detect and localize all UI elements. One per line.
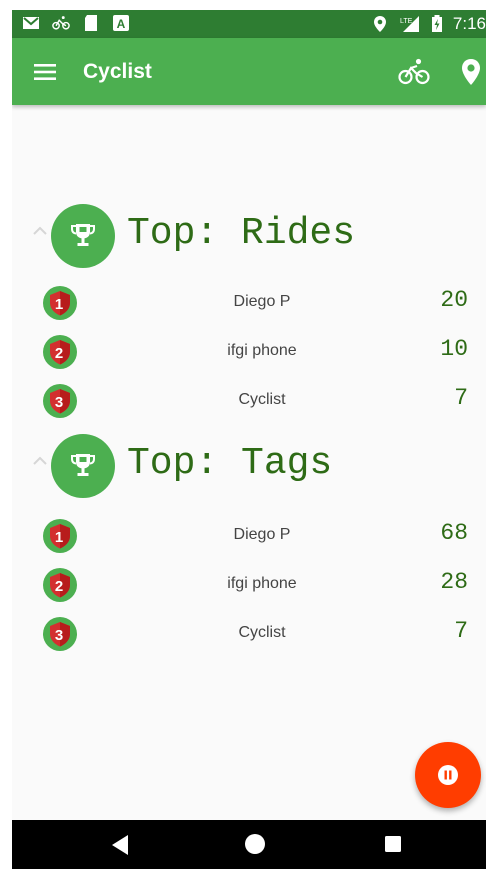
gmail-icon — [23, 17, 39, 29]
back-icon[interactable] — [110, 834, 130, 856]
menu-icon[interactable] — [32, 61, 58, 83]
location-icon[interactable] — [460, 57, 482, 87]
app-title: Cyclist — [83, 60, 152, 83]
svg-text:3: 3 — [55, 394, 63, 411]
user-name: Cyclist — [238, 624, 286, 641]
svg-text:1: 1 — [55, 296, 63, 313]
app-bar: Cyclist — [12, 38, 486, 105]
svg-text:LTE: LTE — [400, 18, 413, 25]
svg-text:A: A — [117, 17, 126, 31]
pause-button[interactable] — [415, 742, 481, 808]
section-title: Top: Tags — [127, 442, 333, 485]
user-name: Diego P — [233, 526, 291, 543]
user-name: Cyclist — [238, 391, 286, 408]
home-icon[interactable] — [244, 833, 266, 855]
rank-2-badge-icon: 2 — [43, 568, 77, 602]
section-header-rides[interactable]: Top: Rides — [12, 204, 486, 274]
app-screen: A LTE 7:16 Cyclist Top: Rides 1 Diego P … — [12, 10, 486, 869]
user-name: ifgi phone — [227, 575, 297, 592]
tag-count: 68 — [440, 520, 468, 546]
user-name: ifgi phone — [227, 342, 297, 359]
ride-count: 10 — [440, 336, 468, 362]
status-time: 7:16 — [452, 14, 486, 33]
user-name: Diego P — [233, 293, 291, 310]
tag-count: 28 — [440, 569, 468, 595]
rank-2-badge-icon: 2 — [43, 335, 77, 369]
section-header-tags[interactable]: Top: Tags — [12, 434, 486, 504]
rank-3-badge-icon: 3 — [43, 617, 77, 651]
ride-count: 7 — [454, 385, 468, 411]
svg-text:2: 2 — [55, 345, 63, 362]
leaderboard-row[interactable]: 3 Cyclist 7 — [12, 613, 486, 653]
trophy-badge — [51, 434, 115, 498]
trophy-badge — [51, 204, 115, 268]
bike-icon — [52, 16, 70, 30]
battery-charging-icon — [431, 15, 442, 32]
lte-signal-icon: LTE — [400, 16, 419, 32]
bike-icon[interactable] — [398, 56, 430, 88]
svg-text:2: 2 — [55, 578, 63, 595]
location-icon — [373, 16, 386, 32]
recents-icon[interactable] — [384, 835, 402, 853]
leaderboard-row[interactable]: 1 Diego P 68 — [12, 515, 486, 555]
rank-1-badge-icon: 1 — [43, 286, 77, 320]
chevron-up-icon[interactable] — [32, 225, 48, 237]
ride-count: 20 — [440, 287, 468, 313]
svg-text:1: 1 — [55, 529, 63, 546]
status-bar: A LTE 7:16 — [12, 10, 486, 38]
leaderboard-row[interactable]: 2 ifgi phone 10 — [12, 331, 486, 371]
svg-text:3: 3 — [55, 627, 63, 644]
trophy-icon — [71, 224, 95, 246]
rank-1-badge-icon: 1 — [43, 519, 77, 553]
tag-count: 7 — [454, 618, 468, 644]
chevron-up-icon[interactable] — [32, 455, 48, 467]
a-notification-icon: A — [113, 15, 129, 31]
navigation-bar — [12, 820, 486, 869]
leaderboard-row[interactable]: 2 ifgi phone 28 — [12, 564, 486, 604]
section-title: Top: Rides — [127, 212, 356, 255]
pause-icon — [438, 765, 458, 785]
leaderboard-row[interactable]: 1 Diego P 20 — [12, 282, 486, 322]
sd-card-icon — [85, 15, 97, 31]
leaderboard-row[interactable]: 3 Cyclist 7 — [12, 380, 486, 420]
rank-3-badge-icon: 3 — [43, 384, 77, 418]
trophy-icon — [71, 454, 95, 476]
